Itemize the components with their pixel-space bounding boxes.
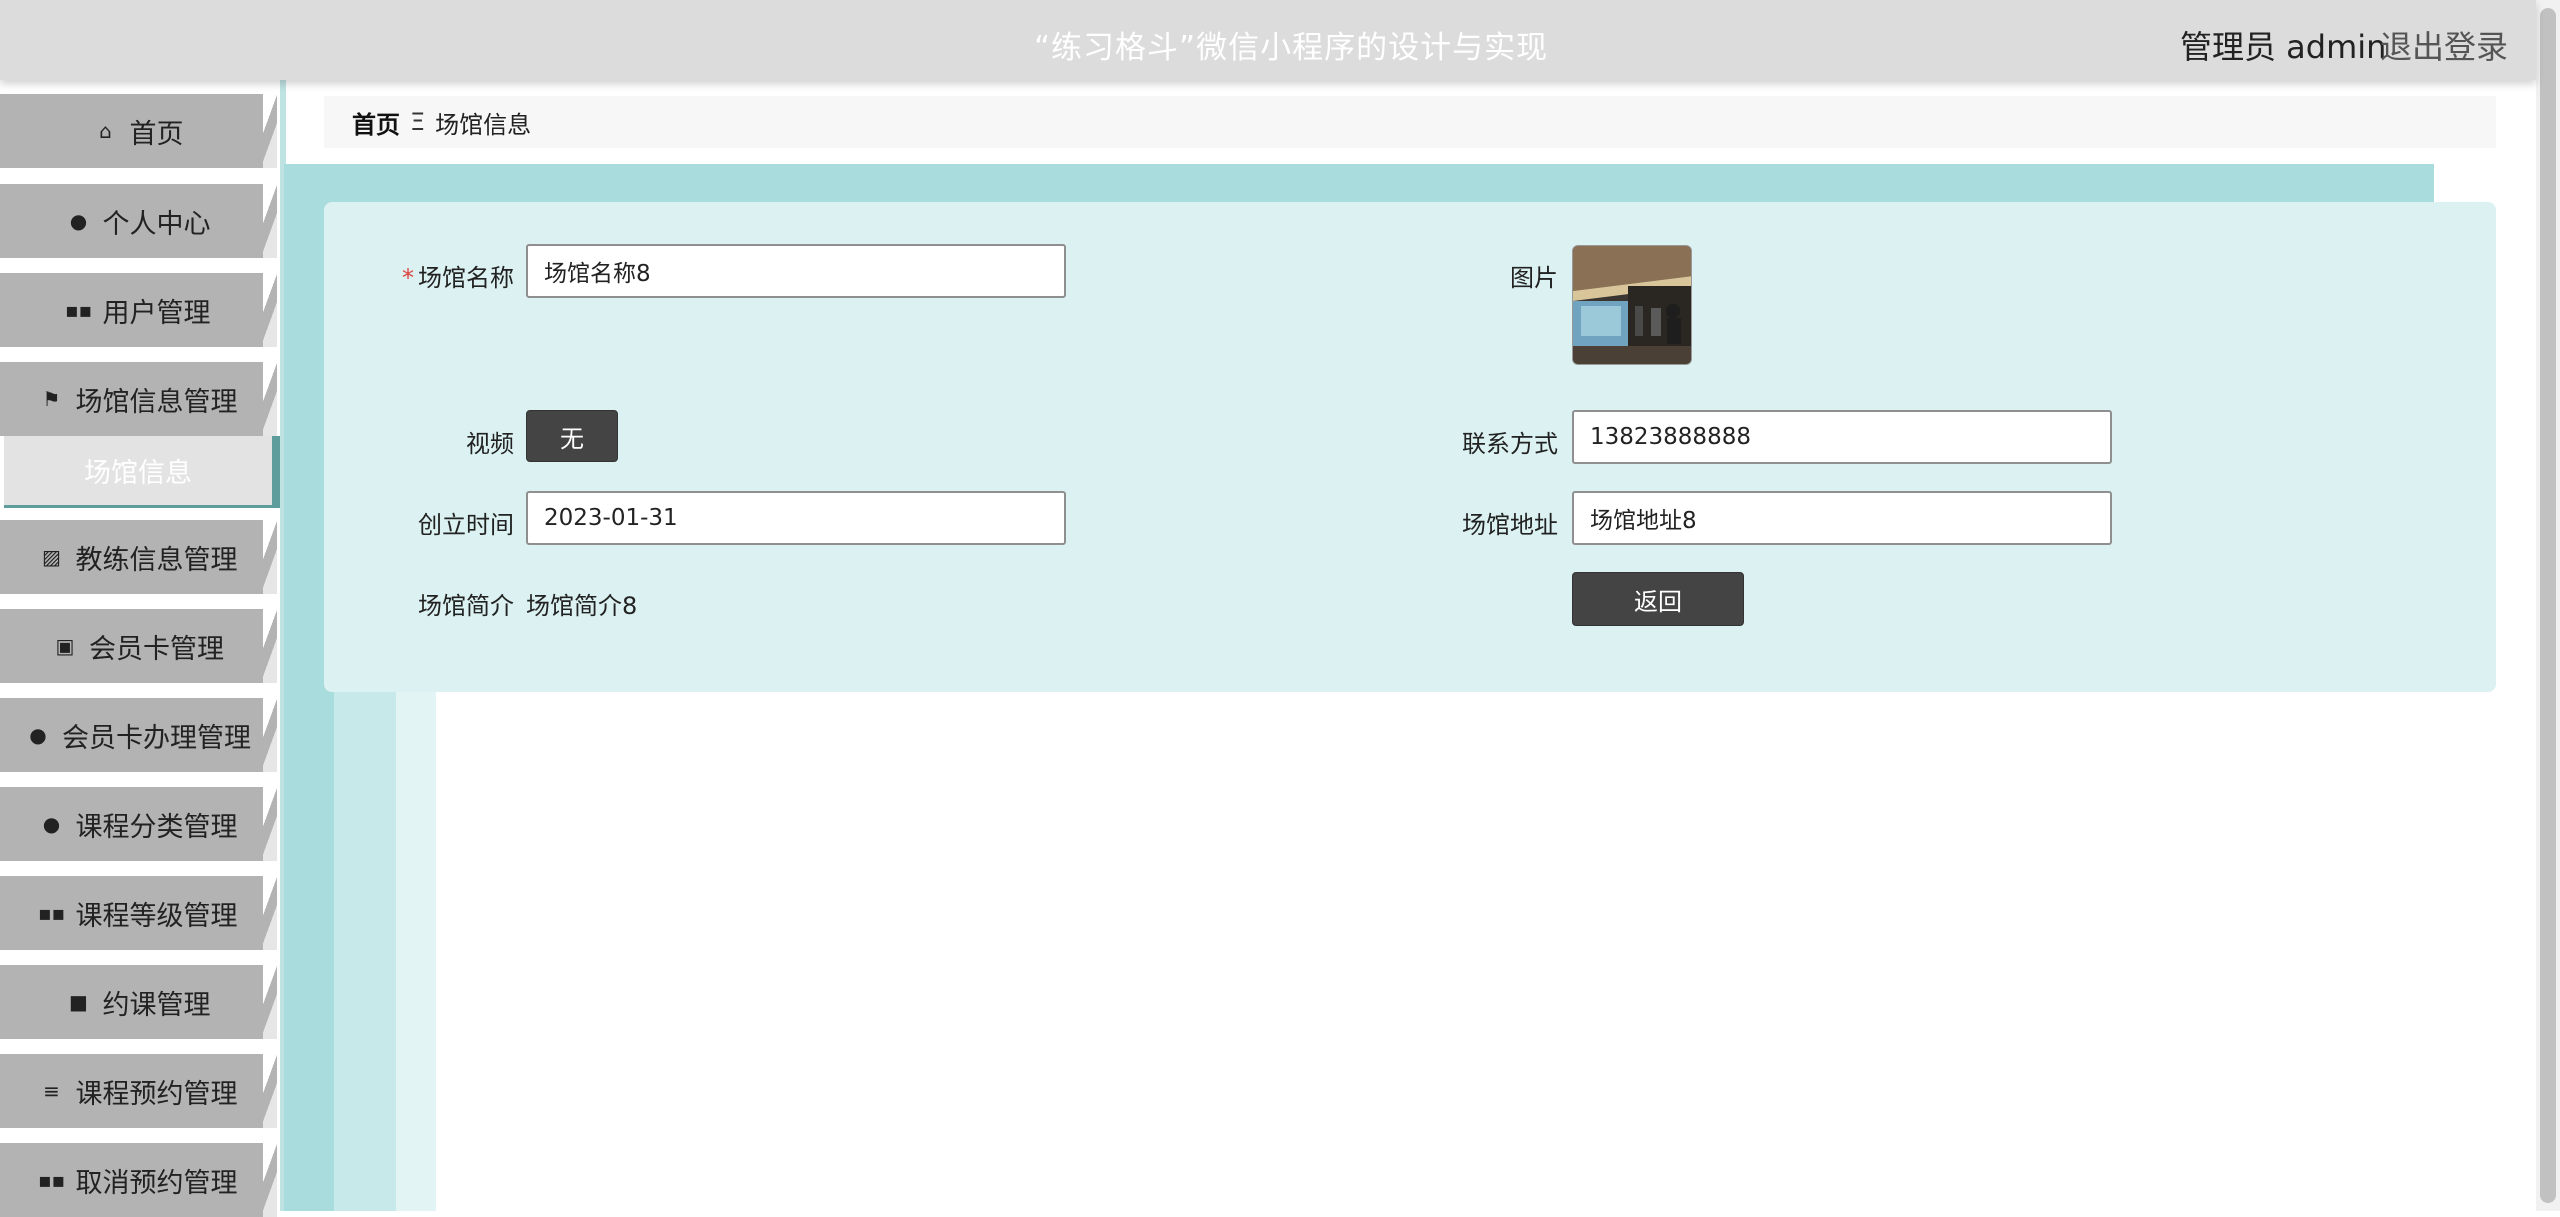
logout-link[interactable]: 退出登录 xyxy=(2380,22,2508,68)
address-input[interactable] xyxy=(1572,491,2112,545)
contact-label: 联系方式 xyxy=(1462,430,1558,458)
video-button[interactable]: 无 xyxy=(526,410,618,462)
content-background-strip xyxy=(396,680,436,1211)
sidebar-item-label: 课程预约管理 xyxy=(75,1078,238,1110)
sidebar-item-coach-management[interactable]: ▨ 教练信息管理 xyxy=(0,520,277,594)
intro-label: 场馆简介 xyxy=(418,592,514,620)
venue-name-input[interactable] xyxy=(526,244,1066,298)
breadcrumb-separator: Ξ xyxy=(410,108,426,136)
list-icon: ≡ xyxy=(43,1079,60,1103)
video-label: 视频 xyxy=(466,430,514,458)
sidebar-item-label: 场馆信息管理 xyxy=(75,386,238,418)
grid-icon: ▪▪ xyxy=(37,1168,66,1192)
briefcase-icon: ■ xyxy=(69,990,88,1014)
sidebar-item-label: 首页 xyxy=(129,118,184,150)
sidebar-item-label: 场馆信息 xyxy=(84,458,192,489)
content-background-strip xyxy=(334,680,396,1211)
sidebar-item-label: 教练信息管理 xyxy=(75,544,238,576)
image-label: 图片 xyxy=(1510,264,1558,292)
sidebar-item-course-level[interactable]: ▪▪ 课程等级管理 xyxy=(0,876,277,950)
page-scrollbar[interactable] xyxy=(2536,0,2560,1211)
clipboard-icon: ▣ xyxy=(55,634,75,658)
user-icon: ● xyxy=(69,209,88,233)
content-background-white xyxy=(436,680,2536,1211)
sidebar-item-label: 课程分类管理 xyxy=(75,811,238,843)
created-date-label: 创立时间 xyxy=(418,511,514,539)
address-label: 场馆地址 xyxy=(1462,511,1558,539)
contact-input[interactable] xyxy=(1572,410,2112,464)
sidebar-item-label: 用户管理 xyxy=(102,297,211,329)
flag-icon: ⚑ xyxy=(42,387,61,411)
breadcrumb: 首页 Ξ 场馆信息 xyxy=(324,96,2496,148)
venue-name-label: * 场馆名称 xyxy=(402,264,514,292)
sidebar-item-label: 课程等级管理 xyxy=(75,900,238,932)
breadcrumb-home[interactable]: 首页 xyxy=(352,105,400,140)
grid-icon: ▪▪ xyxy=(37,901,66,925)
intro-value: 场馆简介8 xyxy=(526,592,638,620)
scrollbar-thumb[interactable] xyxy=(2540,8,2556,1203)
sidebar-item-course-reservation[interactable]: ≡ 课程预约管理 xyxy=(0,1054,277,1128)
grid-icon: ▪▪ xyxy=(64,298,93,322)
user-icon: ● xyxy=(42,812,61,836)
sidebar: ⌂ 首页 ● 个人中心 ▪▪ 用户管理 ⚑ 场馆信息管理 场馆信息 ▨ 教练信息… xyxy=(0,80,286,1217)
created-date-input[interactable] xyxy=(526,491,1066,545)
sidebar-item-label: 取消预约管理 xyxy=(75,1167,238,1199)
sidebar-subitem-venue-info[interactable]: 场馆信息 xyxy=(4,436,280,508)
sidebar-item-cancel-reservation[interactable]: ▪▪ 取消预约管理 xyxy=(0,1143,277,1217)
sidebar-item-label: 会员卡办理管理 xyxy=(62,722,251,754)
sidebar-item-label: 会员卡管理 xyxy=(89,633,224,665)
home-icon: ⌂ xyxy=(99,119,112,143)
sidebar-item-card-application[interactable]: ● 会员卡办理管理 xyxy=(0,698,277,772)
required-marker: * xyxy=(402,264,414,292)
back-button[interactable]: 返回 xyxy=(1572,572,1744,626)
chart-icon: ▨ xyxy=(42,545,61,569)
sidebar-item-users[interactable]: ▪▪ 用户管理 xyxy=(0,273,277,347)
sidebar-item-membership-card[interactable]: ▣ 会员卡管理 xyxy=(0,609,277,683)
sidebar-item-class-booking[interactable]: ■ 约课管理 xyxy=(0,965,277,1039)
sidebar-item-course-category[interactable]: ● 课程分类管理 xyxy=(0,787,277,861)
venue-image-thumbnail[interactable] xyxy=(1572,245,1692,365)
sidebar-item-label: 个人中心 xyxy=(102,208,211,240)
app-title: “练习格斗”微信小程序的设计与实现 xyxy=(1034,30,1549,66)
gym-photo xyxy=(1573,246,1691,364)
sidebar-item-profile[interactable]: ● 个人中心 xyxy=(0,184,277,258)
current-user: 管理员 admin xyxy=(2180,28,2387,66)
sidebar-item-home[interactable]: ⌂ 首页 xyxy=(0,94,277,168)
top-header: “练习格斗”微信小程序的设计与实现 管理员 admin 退出登录 xyxy=(0,0,2536,80)
sidebar-item-label: 约课管理 xyxy=(102,989,211,1021)
sidebar-item-venue-management[interactable]: ⚑ 场馆信息管理 xyxy=(0,362,277,436)
bulb-icon: ● xyxy=(29,723,47,747)
breadcrumb-current: 场馆信息 xyxy=(435,110,532,139)
